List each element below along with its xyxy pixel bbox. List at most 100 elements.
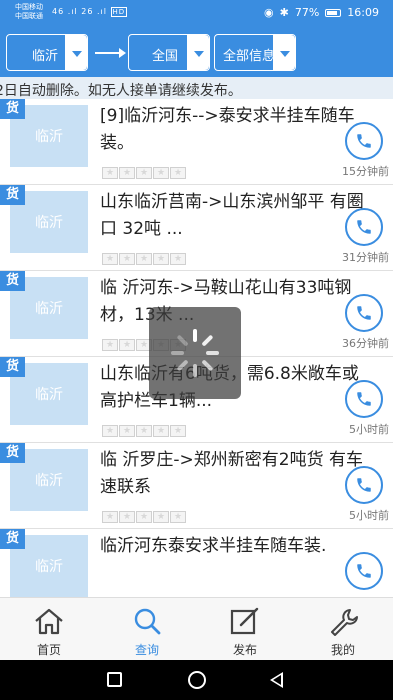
call-button[interactable]	[345, 552, 383, 590]
star-icon: ★	[136, 253, 152, 265]
star-icon: ★	[136, 511, 152, 523]
star-icon: ★	[153, 253, 169, 265]
star-icon: ★	[102, 167, 118, 179]
call-button[interactable]	[345, 466, 383, 504]
star-icon: ★	[102, 425, 118, 437]
phone-icon	[357, 564, 371, 578]
cargo-tag: 货	[0, 529, 25, 549]
nav-mine[interactable]: 我的	[294, 598, 392, 661]
carrier-1: 中国移动	[15, 3, 43, 11]
phone-icon	[357, 306, 371, 320]
status-bar: 中国移动 中国联通 46 .ıl 26 .ıl HD ◉ ✱ 77% 16:09	[0, 0, 393, 27]
phone-icon	[357, 220, 371, 234]
star-icon: ★	[102, 511, 118, 523]
edit-icon	[230, 607, 259, 635]
battery-percent: 77%	[294, 6, 320, 19]
spinner-icon	[171, 329, 219, 377]
star-icon: ★	[153, 425, 169, 437]
list-item[interactable]: 临沂 货 临沂河东泰安求半挂车随车装.	[0, 529, 393, 597]
clock: 16:09	[347, 6, 379, 19]
chevron-down-icon	[273, 35, 295, 70]
cargo-description: 临沂河东泰安求半挂车随车装.	[100, 536, 327, 556]
star-icon: ★	[170, 511, 186, 523]
star-icon: ★	[119, 339, 135, 351]
rating-stars: ★★★★★	[102, 425, 186, 437]
from-city-label: 临沂	[32, 49, 59, 64]
chevron-down-icon	[65, 35, 87, 70]
cargo-description: 山东临沂莒南->山东滨州邹平 有圈口 32吨 ...	[100, 192, 364, 239]
recent-apps-button[interactable]	[107, 672, 122, 687]
thumbnail-city: 临沂	[35, 559, 63, 575]
cargo-description: 临 沂罗庄->郑州新密有2吨货 有车速联系	[100, 450, 364, 497]
post-time: 15分钟前	[342, 165, 389, 178]
eye-icon: ◉	[264, 6, 274, 19]
rating-stars: ★★★★★	[102, 511, 186, 523]
post-time: 31分钟前	[342, 251, 389, 264]
star-icon: ★	[153, 167, 169, 179]
to-city-dropdown[interactable]: 全国	[128, 34, 210, 71]
call-button[interactable]	[345, 122, 383, 160]
system-nav-bar	[0, 660, 393, 700]
route-arrow-icon	[95, 48, 126, 58]
notice-text: 2日自动删除。如无人接单请继续发布。	[0, 83, 242, 99]
star-icon: ★	[170, 253, 186, 265]
star-icon: ★	[136, 425, 152, 437]
post-time: 5小时前	[349, 423, 389, 436]
search-icon	[134, 608, 161, 635]
carrier-info: 中国移动 中国联通	[15, 3, 43, 21]
notice-bar: 2日自动删除。如无人接单请继续发布。	[0, 77, 393, 99]
loading-overlay	[149, 307, 241, 399]
signal-icon: 46 .ıl 26 .ıl HD	[52, 7, 128, 17]
nav-query-label: 查询	[134, 643, 159, 657]
nav-publish-label: 发布	[232, 643, 257, 657]
star-icon: ★	[119, 511, 135, 523]
thumbnail-city: 临沂	[35, 215, 63, 231]
star-icon: ★	[170, 167, 186, 179]
nav-home-label: 首页	[36, 643, 61, 657]
star-icon: ★	[119, 253, 135, 265]
cargo-tag: 货	[0, 271, 25, 291]
cargo-description: [9]临沂河东-->泰安求半挂车随车装。	[100, 106, 355, 153]
thumbnail-city: 临沂	[35, 129, 63, 145]
wrench-icon	[331, 609, 358, 636]
nav-publish[interactable]: 发布	[196, 598, 294, 661]
call-button[interactable]	[345, 380, 383, 418]
star-icon: ★	[102, 253, 118, 265]
thumbnail-city: 临沂	[35, 301, 63, 317]
hd-badge: HD	[110, 7, 128, 17]
cargo-tag: 货	[0, 357, 25, 377]
info-type-label: 全部信息	[223, 49, 276, 64]
back-button[interactable]	[270, 672, 283, 688]
phone-icon	[357, 478, 371, 492]
carrier-2: 中国联通	[15, 12, 43, 20]
thumbnail-city: 临沂	[35, 473, 63, 489]
list-item[interactable]: 临沂 货 临 沂罗庄->郑州新密有2吨货 有车速联系 ★ ★ ★ ★ ★ 5小时前	[0, 443, 393, 529]
cargo-tag: 货	[0, 185, 25, 205]
post-time: 36分钟前	[342, 337, 389, 350]
battery-icon	[325, 8, 342, 17]
from-city-dropdown[interactable]: 临沂	[6, 34, 88, 71]
thumbnail-city: 临沂	[35, 387, 63, 403]
cargo-tag: 货	[0, 443, 25, 463]
call-button[interactable]	[345, 294, 383, 332]
star-icon: ★	[119, 425, 135, 437]
nav-home[interactable]: 首页	[0, 598, 98, 661]
nav-query[interactable]: 查询	[98, 598, 196, 661]
star-icon: ★	[119, 167, 135, 179]
list-item[interactable]: 临沂 货 山东临沂莒南->山东滨州邹平 有圈口 32吨 ... ★ ★ ★ ★ ★ 31…	[0, 185, 393, 271]
phone-icon	[357, 134, 371, 148]
call-button[interactable]	[345, 208, 383, 246]
star-icon: ★	[153, 511, 169, 523]
info-type-dropdown[interactable]: 全部信息	[214, 34, 296, 71]
post-time: 5小时前	[349, 509, 389, 522]
list-item[interactable]: 临沂 货 [9]临沂河东-->泰安求半挂车随车装。 ★ ★ ★ ★ ★ 15分钟前	[0, 99, 393, 185]
star-icon: ★	[102, 339, 118, 351]
phone-icon	[357, 392, 371, 406]
to-city-label: 全国	[152, 49, 179, 64]
cargo-tag: 货	[0, 99, 25, 119]
bottom-nav: 首页 查询 发布 我的	[0, 597, 393, 660]
bluetooth-icon: ✱	[279, 6, 289, 19]
chevron-down-icon	[187, 35, 209, 70]
star-icon: ★	[136, 167, 152, 179]
home-button[interactable]	[188, 671, 206, 689]
